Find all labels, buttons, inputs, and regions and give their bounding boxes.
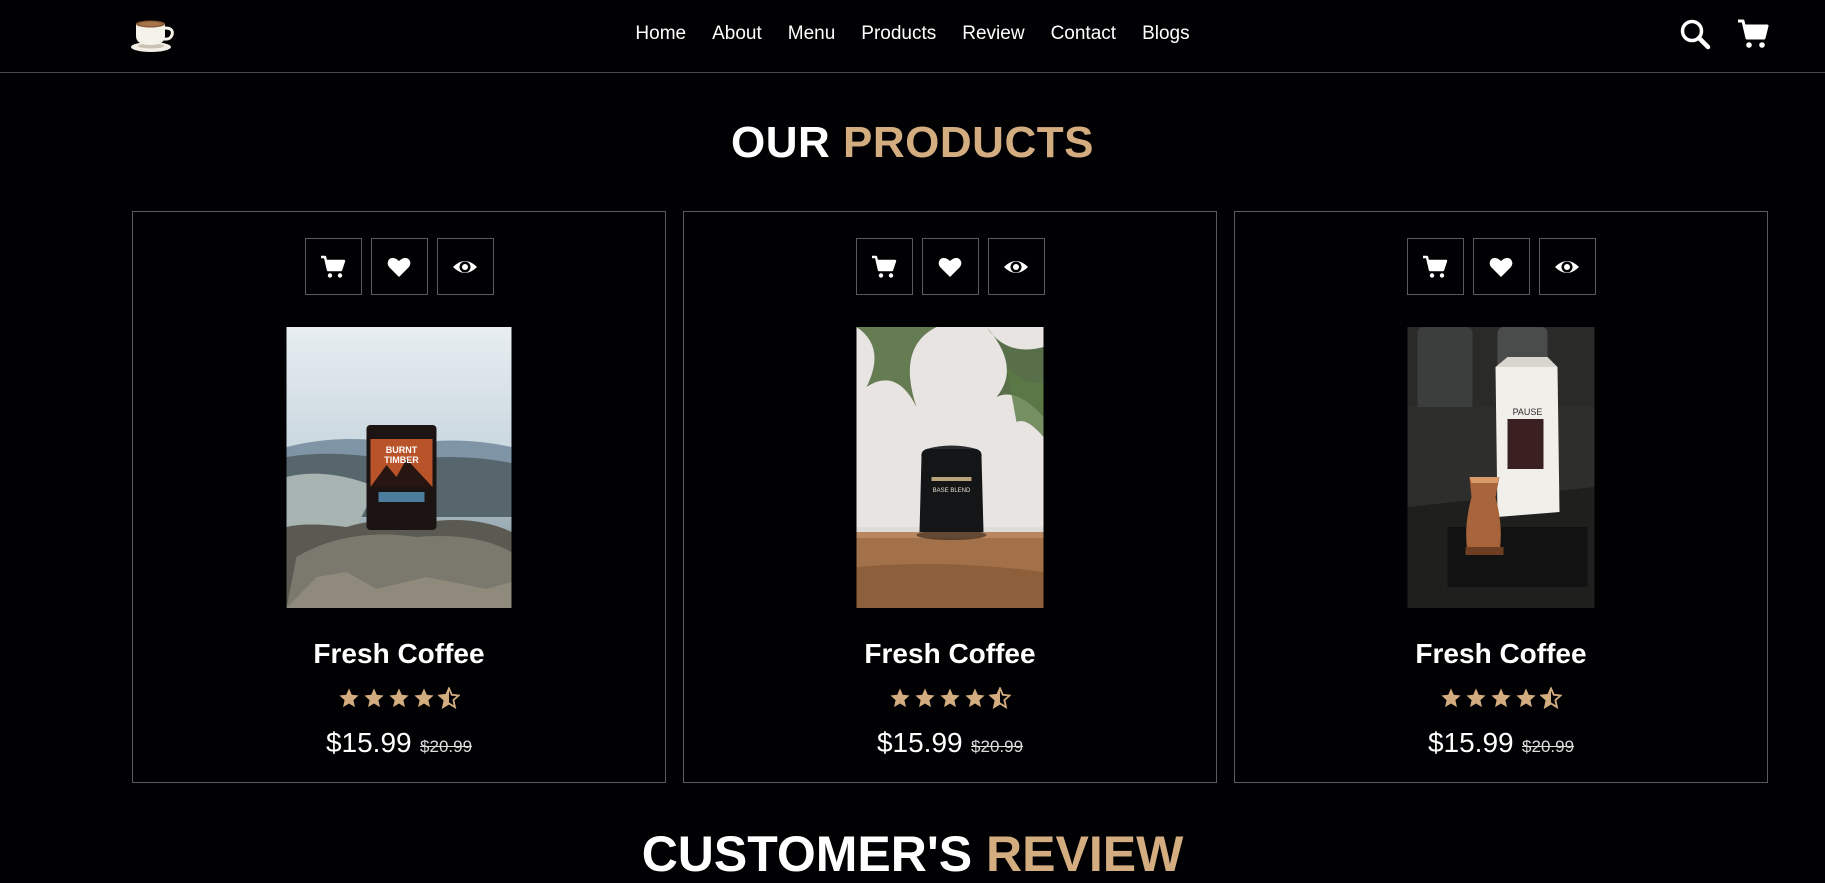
product-name: Fresh Coffee [1415,638,1587,669]
star-icon [940,688,960,708]
site-header: Home About Menu Products Review Contact … [0,0,1825,73]
product-image: BASE BLEND [856,327,1044,608]
heart-icon [387,257,411,277]
price-row: $15.99 $20.99 [133,727,665,759]
wishlist-button[interactable] [1472,238,1530,295]
eye-icon [1555,260,1579,273]
search-icon[interactable] [1679,18,1711,50]
old-price: $20.99 [420,737,473,756]
current-price: $15.99 [325,727,412,758]
price-row: $15.99 $20.99 [684,727,1216,759]
product-actions [684,238,1216,295]
cart-icon [872,255,897,278]
current-price: $15.99 [876,727,963,758]
product-card: PAUSE Fresh Coffee $15.99 $20.99 [1234,211,1768,783]
product-actions [1235,238,1767,295]
product-name: Fresh Coffee [864,638,1036,669]
product-card: BURNT TIMBER Fresh Coffee $15.99 $20.99 [132,211,666,783]
product-image: PAUSE [1407,327,1595,608]
quick-view-button[interactable] [436,238,494,295]
star-icon [1441,688,1461,708]
nav-blogs[interactable]: Blogs [1142,23,1190,45]
eye-icon [453,260,477,273]
product-grid: BURNT TIMBER Fresh Coffee $15.99 $20.99 [132,211,1768,783]
star-icon [915,688,935,708]
star-icon [1516,688,1536,708]
svg-text:BURNT: BURNT [386,445,418,455]
old-price: $20.99 [1522,737,1575,756]
nav-menu[interactable]: Menu [788,23,836,45]
star-icon [339,688,359,708]
star-rating [133,687,665,709]
nav-home[interactable]: Home [635,23,686,45]
old-price: $20.99 [971,737,1024,756]
product-name: Fresh Coffee [313,638,485,669]
cart-icon[interactable] [1737,18,1769,50]
star-rating [1235,687,1767,709]
svg-text:TIMBER: TIMBER [384,455,419,465]
review-section-title: CUSTOMER's REVIEW [0,825,1825,883]
star-icon [389,688,409,708]
current-price: $15.99 [1427,727,1514,758]
price-row: $15.99 $20.99 [1235,727,1767,759]
cart-icon [1423,255,1448,278]
nav-review[interactable]: Review [962,23,1024,45]
star-icon [890,688,910,708]
nav-products[interactable]: Products [861,23,936,45]
add-to-cart-button[interactable] [855,238,913,295]
star-half-icon [1540,687,1562,709]
star-rating [684,687,1216,709]
main-nav: Home About Menu Products Review Contact … [0,23,1825,45]
product-card: BASE BLEND Fresh Coffee $15.99 $20.99 [683,211,1217,783]
header-actions [1679,18,1769,50]
heart-icon [938,257,962,277]
star-half-icon [438,687,460,709]
nav-about[interactable]: About [712,23,762,45]
cart-icon [321,255,346,278]
product-actions [133,238,665,295]
star-icon [414,688,434,708]
add-to-cart-button[interactable] [1406,238,1464,295]
svg-text:BASE BLEND: BASE BLEND [933,488,971,494]
title-main: OUR [731,118,831,167]
star-icon [1491,688,1511,708]
title-main: CUSTOMER's [641,826,973,882]
title-accent: REVIEW [986,826,1184,882]
products-section-title: OUR PRODUCTS [0,118,1825,168]
eye-icon [1004,260,1028,273]
nav-contact[interactable]: Contact [1051,23,1116,45]
star-icon [1466,688,1486,708]
heart-icon [1489,257,1513,277]
wishlist-button[interactable] [921,238,979,295]
svg-text:PAUSE: PAUSE [1513,407,1543,417]
star-icon [364,688,384,708]
wishlist-button[interactable] [370,238,428,295]
add-to-cart-button[interactable] [304,238,362,295]
star-half-icon [989,687,1011,709]
product-image: BURNT TIMBER [286,327,512,608]
quick-view-button[interactable] [1538,238,1596,295]
star-icon [965,688,985,708]
quick-view-button[interactable] [987,238,1045,295]
title-accent: PRODUCTS [843,118,1094,167]
